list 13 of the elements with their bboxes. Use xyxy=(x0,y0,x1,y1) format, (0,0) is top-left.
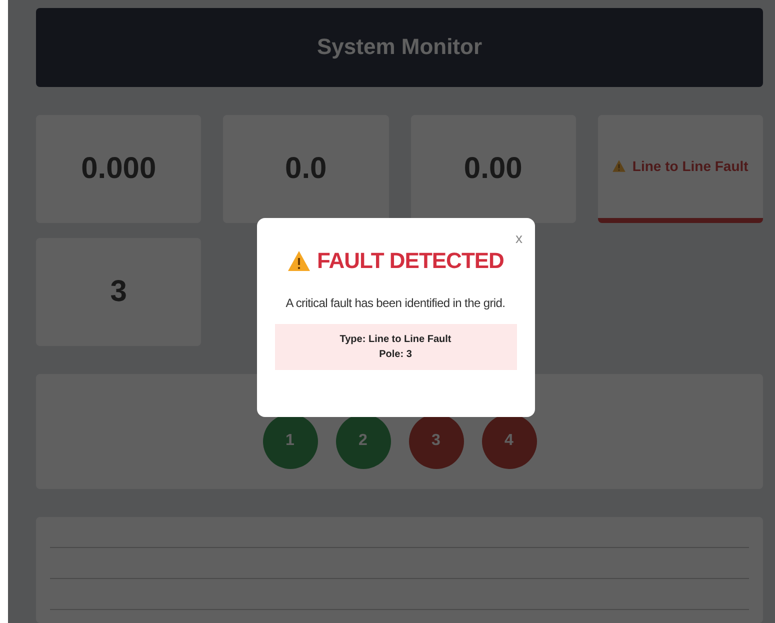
dialog-title: FAULT DETECTED xyxy=(317,248,504,274)
warning-icon xyxy=(287,249,312,273)
detail-line: Type: Line to Line Fault xyxy=(340,334,452,345)
detail-line: Pole: 3 xyxy=(379,349,412,360)
metric-value: 3 xyxy=(110,274,127,309)
status-value: Line to Line Fault xyxy=(632,158,748,174)
metric-value: 0.0 xyxy=(285,152,327,186)
metric-value: 0.00 xyxy=(464,152,522,186)
warning-icon xyxy=(612,159,626,174)
app-title: System Monitor xyxy=(316,34,482,60)
metric-value: 0.000 xyxy=(81,152,156,186)
dialog-message: A critical fault has been identified in the grid. xyxy=(286,296,506,310)
close-button[interactable]: x xyxy=(514,228,524,248)
